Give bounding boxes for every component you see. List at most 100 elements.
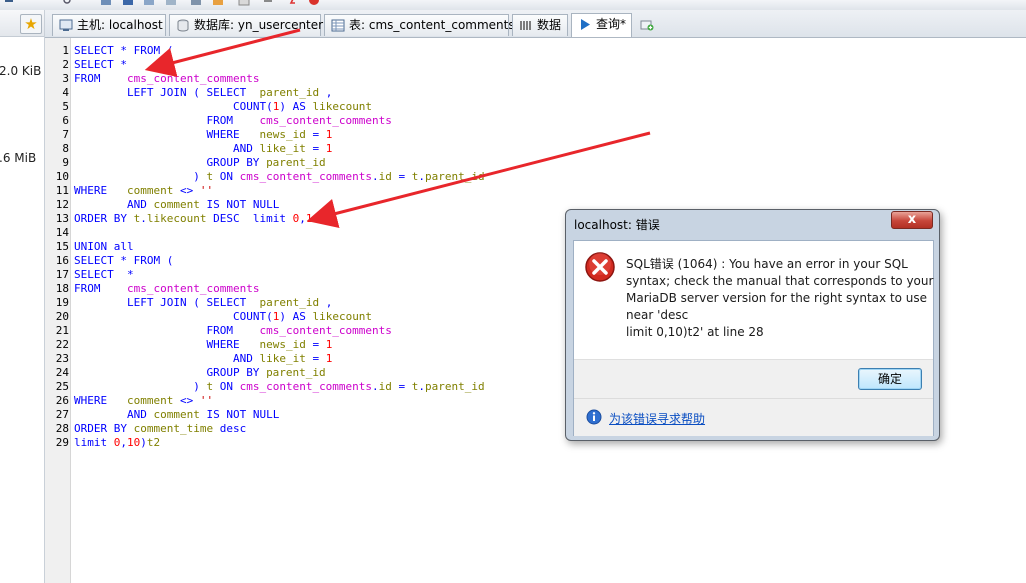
code-line: ORDER BY t.likecount DESC limit 0,1 (74, 212, 313, 225)
line-number: 4 (62, 86, 69, 99)
line-number: 23 (55, 352, 69, 365)
size-label-2: .6 MiB (0, 151, 37, 165)
line-number: 17 (55, 268, 69, 281)
code-line: SELECT * (74, 58, 127, 71)
code-line: ) t ON cms_content_comments.id = t.paren… (193, 170, 485, 183)
info-icon (586, 409, 602, 425)
lightning-icon[interactable] (288, 0, 300, 7)
tab-database-label: 数据库: yn_usercenter (194, 18, 324, 32)
left-panel-header: ★ (0, 10, 44, 37)
code-line: limit 0,10)t2 (74, 436, 161, 449)
tab-host-label: 主机: localhost (77, 18, 163, 32)
help-link[interactable]: 为该错误寻求帮助 (609, 410, 705, 427)
line-number: 9 (62, 156, 69, 169)
line-number: 12 (55, 198, 69, 211)
error-message-line: near 'desc (626, 308, 689, 322)
code-line: SELECT * (74, 268, 134, 281)
line-number: 18 (55, 282, 69, 295)
error-message-line: MariaDB server version for the right syn… (626, 291, 928, 305)
open-icon[interactable] (100, 0, 112, 7)
error-message-line: limit 0,10)t2' at line 28 (626, 325, 764, 339)
tab-database[interactable]: 数据库: yn_usercenter (169, 14, 324, 36)
line-number: 21 (55, 324, 69, 337)
code-line: UNION all (74, 240, 134, 253)
line-number: 13 (55, 212, 69, 225)
code-line: WHERE comment <> '' (74, 394, 214, 407)
line-number: 24 (55, 366, 69, 379)
line-number: 19 (55, 296, 69, 309)
commit-icon[interactable] (262, 0, 274, 7)
code-line: WHERE news_id = 1 (206, 338, 333, 351)
code-line: GROUP BY parent_id (206, 156, 326, 169)
ok-icon[interactable] (238, 0, 250, 7)
dialog-title: localhost: 错误 (574, 218, 660, 232)
tab-host[interactable]: 主机: localhost (52, 14, 166, 36)
line-number: 10 (55, 170, 69, 183)
error-message-line: syntax; check the manual that correspond… (626, 274, 934, 288)
play-icon (581, 19, 590, 30)
line-number: 16 (55, 254, 69, 267)
error-message: SQL错误 (1064) : You have an error in your… (626, 256, 934, 341)
line-number: 27 (55, 408, 69, 421)
line-number: 5 (62, 100, 69, 113)
favorite-star-icon[interactable]: ★ (20, 14, 42, 34)
code-line: WHERE news_id = 1 (206, 128, 333, 141)
line-number: 28 (55, 422, 69, 435)
tab-data-label: 数据 (537, 18, 562, 32)
line-number: 25 (55, 380, 69, 393)
line-number: 26 (55, 394, 69, 407)
error-dialog: localhost: 错误 x SQL错误 (1064) : You have … (565, 209, 940, 441)
line-number: 15 (55, 240, 69, 253)
line-number: 29 (55, 436, 69, 449)
code-line: FROM cms_content_comments (206, 114, 392, 127)
dialog-footer: 为该错误寻求帮助 (574, 398, 933, 436)
table-icon (331, 19, 345, 32)
code-line: COUNT(1) AS likecount (232, 310, 373, 323)
tab-table-label: 表: cms_content_comments (349, 18, 515, 32)
code-line: FROM cms_content_comments (74, 72, 260, 85)
code-line: GROUP BY parent_id (206, 366, 326, 379)
code-line: LEFT JOIN ( SELECT parent_id , (126, 86, 333, 99)
code-line: AND comment IS NOT NULL (126, 408, 280, 421)
tab-query-label: 查询* (596, 17, 627, 31)
line-number: 2 (62, 58, 69, 71)
stop-icon[interactable] (308, 0, 320, 7)
line-number: 14 (55, 226, 69, 239)
code-line: ) t ON cms_content_comments.id = t.paren… (193, 380, 485, 393)
data-grid-icon (520, 21, 531, 30)
close-button[interactable]: x (891, 211, 933, 229)
line-number: 1 (62, 44, 69, 57)
line-number: 20 (55, 310, 69, 323)
sql-icon[interactable] (212, 0, 224, 7)
code-line: AND like_it = 1 (232, 142, 333, 155)
tab-query[interactable]: 查询* (571, 13, 632, 37)
save-icon[interactable] (122, 0, 134, 7)
code-line: LEFT JOIN ( SELECT parent_id , (126, 296, 333, 309)
code-line: ORDER BY comment_time desc (74, 422, 247, 435)
line-number: 8 (62, 142, 69, 155)
code-line: COUNT(1) AS likecount (232, 100, 373, 113)
size-label-1: 2.0 KiB (0, 64, 42, 78)
line-number: 22 (55, 338, 69, 351)
line-number: 11 (55, 184, 69, 197)
code-line: FROM cms_content_comments (206, 324, 392, 337)
run-icon[interactable] (190, 0, 202, 7)
code-line: AND comment IS NOT NULL (126, 198, 280, 211)
ok-button[interactable]: 确定 (858, 368, 922, 390)
code-line: WHERE comment <> '' (74, 184, 214, 197)
tab-table[interactable]: 表: cms_content_comments (324, 14, 515, 36)
line-number-gutter: 1 2 3 4 5 6 7 8 9 10 11 12 13 14 15 16 17 18 19 20 21 22 23 24 2… (45, 38, 71, 583)
new-tab-icon[interactable] (640, 19, 654, 31)
line-number: 7 (62, 128, 69, 141)
copy-icon[interactable] (143, 0, 155, 7)
server-icon (59, 19, 73, 31)
error-icon (585, 252, 615, 282)
edit-icon[interactable] (165, 0, 177, 7)
line-number: 6 (62, 114, 69, 127)
search-icon[interactable] (62, 0, 74, 7)
back-icon[interactable] (4, 0, 16, 7)
dialog-button-bar: 确定 (574, 359, 933, 398)
tab-data[interactable]: 数据 (512, 14, 568, 36)
code-line: SELECT * FROM ( (74, 44, 174, 57)
